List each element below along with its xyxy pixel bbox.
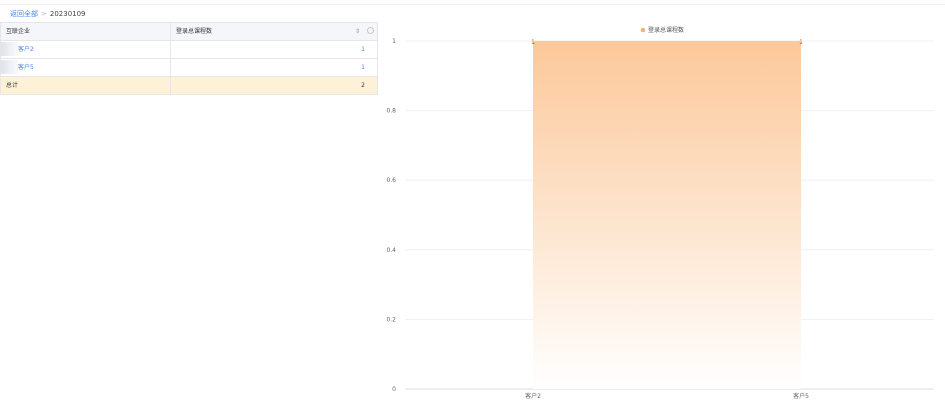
- column-header-course-count[interactable]: 登录总课程数 ⇕: [171, 23, 377, 40]
- legend-marker: [640, 27, 646, 33]
- settings-icon[interactable]: [367, 27, 374, 34]
- data-table: 互联企业 登录总课程数 ⇕ 客户2 1 客户5 1 总计 2: [0, 22, 378, 95]
- y-tick-label: 0.6: [386, 177, 396, 184]
- company-cell: 客户5: [1, 59, 171, 76]
- y-tick-label: 0.2: [386, 316, 396, 323]
- y-tick-label: 1: [392, 38, 396, 45]
- bar-point[interactable]: [532, 40, 534, 42]
- y-tick-label: 0.4: [386, 247, 396, 254]
- course-count-cell[interactable]: 1: [171, 41, 377, 58]
- bar-point[interactable]: [800, 40, 802, 42]
- x-tick-label: 客户2: [525, 392, 541, 400]
- bar-chart: 0 0.2 0.4 0.6 0.8 1 11 客户2 客户5 登录总课程数: [386, 26, 934, 400]
- column-header-company: 互联企业: [1, 23, 171, 40]
- table-row: 客户2 1: [1, 41, 377, 59]
- y-tick-label: 0.8: [386, 108, 396, 115]
- sort-icon[interactable]: ⇕: [355, 23, 360, 40]
- column-header-course-count-label: 登录总课程数: [176, 28, 213, 35]
- top-divider: [0, 0, 945, 5]
- company-link[interactable]: 客户2: [18, 46, 34, 53]
- chart-legend[interactable]: 登录总课程数: [640, 26, 684, 34]
- breadcrumb: 返回全部 >20230109: [10, 9, 86, 19]
- total-label: 总计: [1, 77, 171, 94]
- breadcrumb-separator: >: [41, 10, 47, 18]
- chart-bars: 11: [531, 39, 803, 389]
- bar-series-area[interactable]: [533, 41, 801, 389]
- company-link[interactable]: 客户5: [18, 64, 34, 71]
- table-total-row: 总计 2: [1, 77, 377, 95]
- y-tick-label: 0: [392, 386, 396, 393]
- total-value: 2: [361, 82, 365, 89]
- back-to-all-link[interactable]: 返回全部: [10, 10, 38, 18]
- x-axis-ticks: 客户2 客户5: [525, 392, 809, 400]
- y-axis-ticks: 0 0.2 0.4 0.6 0.8 1: [386, 38, 396, 393]
- breadcrumb-current: 20230109: [49, 10, 86, 18]
- legend-label: 登录总课程数: [648, 26, 684, 34]
- course-count-cell[interactable]: 1: [171, 59, 377, 76]
- x-tick-label: 客户5: [793, 392, 809, 400]
- table-row: 客户5 1: [1, 59, 377, 77]
- table-header-row: 互联企业 登录总课程数 ⇕: [1, 23, 377, 41]
- company-cell: 客户2: [1, 41, 171, 58]
